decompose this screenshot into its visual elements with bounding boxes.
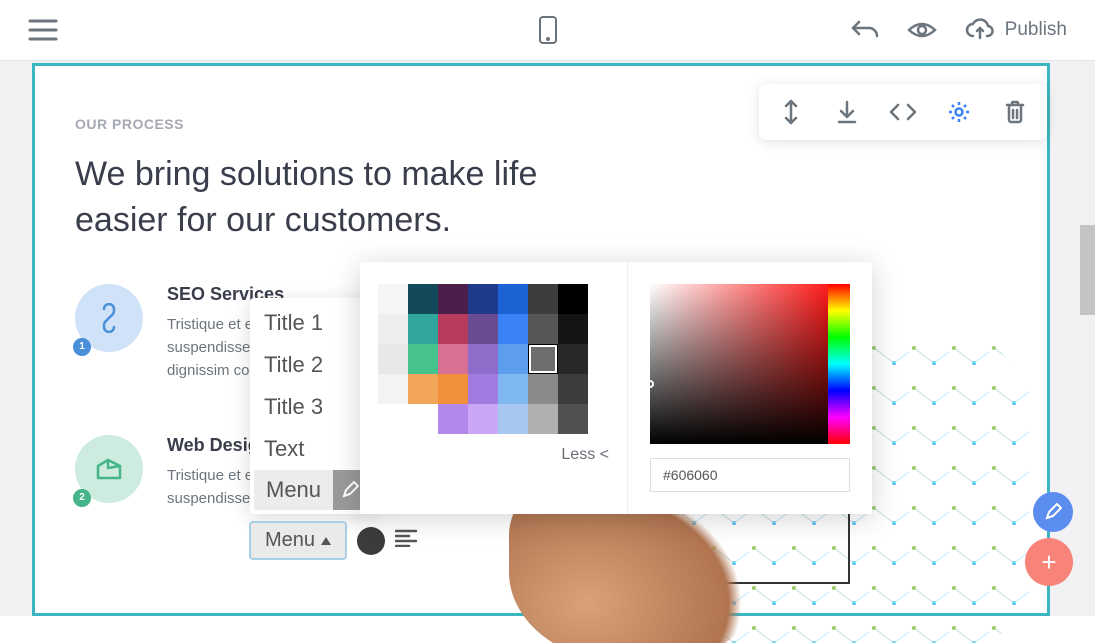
color-swatch[interactable] (498, 284, 528, 314)
heading-option-title3[interactable]: Title 3 (250, 386, 376, 428)
color-swatch[interactable] (438, 314, 468, 344)
heading-option-title2[interactable]: Title 2 (250, 344, 376, 386)
menu-expand-row[interactable]: Menu (254, 470, 372, 510)
color-swatch[interactable] (378, 284, 408, 314)
color-swatch[interactable] (468, 314, 498, 344)
headline-text: We bring solutions to make life easier f… (75, 152, 575, 244)
swatch-grid (378, 284, 609, 434)
color-swatch[interactable] (438, 344, 468, 374)
mobile-preview-icon[interactable] (538, 15, 558, 45)
preview-eye-icon[interactable] (907, 20, 937, 40)
color-swatch[interactable] (378, 374, 408, 404)
settings-gear-icon[interactable] (931, 92, 987, 132)
color-swatch[interactable] (558, 284, 588, 314)
saturation-value-box[interactable] (650, 284, 850, 444)
download-icon[interactable] (819, 92, 875, 132)
color-swatch[interactable] (468, 374, 498, 404)
color-swatch[interactable] (378, 314, 408, 344)
service-icon-web: 2 (75, 435, 143, 503)
caret-up-icon (321, 537, 331, 545)
less-toggle[interactable]: Less < (378, 446, 609, 464)
edit-fab[interactable] (1033, 492, 1073, 532)
color-swatch[interactable] (408, 374, 438, 404)
align-left-icon[interactable] (395, 529, 417, 552)
color-swatch[interactable] (438, 284, 468, 314)
color-swatch[interactable] (408, 284, 438, 314)
color-swatch[interactable] (528, 284, 558, 314)
color-swatch[interactable] (378, 404, 408, 434)
color-swatch[interactable] (408, 404, 438, 434)
color-swatch[interactable] (468, 284, 498, 314)
color-swatch[interactable] (408, 344, 438, 374)
top-bar: Publish (0, 0, 1095, 61)
color-swatch[interactable] (528, 344, 558, 374)
heading-style-dropdown: Title 1 Title 2 Title 3 Text Menu (250, 298, 376, 514)
color-swatch[interactable] (528, 374, 558, 404)
publish-button[interactable]: Publish (965, 18, 1067, 42)
color-swatch[interactable] (438, 374, 468, 404)
color-swatch[interactable] (408, 314, 438, 344)
color-swatch[interactable] (558, 374, 588, 404)
undo-icon[interactable] (851, 18, 879, 42)
color-swatch[interactable] (528, 404, 558, 434)
color-swatch[interactable] (558, 314, 588, 344)
color-swatch[interactable] (378, 344, 408, 374)
text-color-swatch[interactable] (357, 527, 385, 555)
menu-label: Menu (254, 471, 333, 509)
style-menu-button[interactable]: Menu (249, 521, 347, 560)
section-toolbar (759, 84, 1047, 140)
service-badge: 1 (73, 338, 91, 356)
sv-cursor[interactable] (646, 380, 654, 388)
text-format-bar: Menu (249, 521, 417, 560)
code-icon[interactable] (875, 92, 931, 132)
hue-slider[interactable] (828, 284, 850, 444)
move-vertical-icon[interactable] (763, 92, 819, 132)
heading-option-text[interactable]: Text (250, 428, 376, 470)
hex-input[interactable] (650, 458, 850, 492)
color-swatch[interactable] (558, 404, 588, 434)
service-badge: 2 (73, 489, 91, 507)
publish-label: Publish (1005, 19, 1067, 41)
add-fab[interactable]: + (1025, 538, 1073, 586)
color-swatch[interactable] (468, 344, 498, 374)
service-icon-seo: 1 (75, 284, 143, 352)
trash-icon[interactable] (987, 92, 1043, 132)
color-swatch[interactable] (558, 344, 588, 374)
color-swatch[interactable] (438, 404, 468, 434)
vertical-scrollbar[interactable] (1080, 61, 1095, 616)
hamburger-menu-icon[interactable] (28, 18, 58, 42)
color-swatch[interactable] (498, 404, 528, 434)
color-picker-panel: Less < (360, 262, 872, 514)
color-swatch[interactable] (498, 374, 528, 404)
color-swatch[interactable] (528, 314, 558, 344)
color-swatch[interactable] (498, 314, 528, 344)
color-swatch[interactable] (498, 344, 528, 374)
heading-option-title1[interactable]: Title 1 (250, 302, 376, 344)
scrollbar-thumb[interactable] (1080, 225, 1095, 315)
color-swatch[interactable] (468, 404, 498, 434)
